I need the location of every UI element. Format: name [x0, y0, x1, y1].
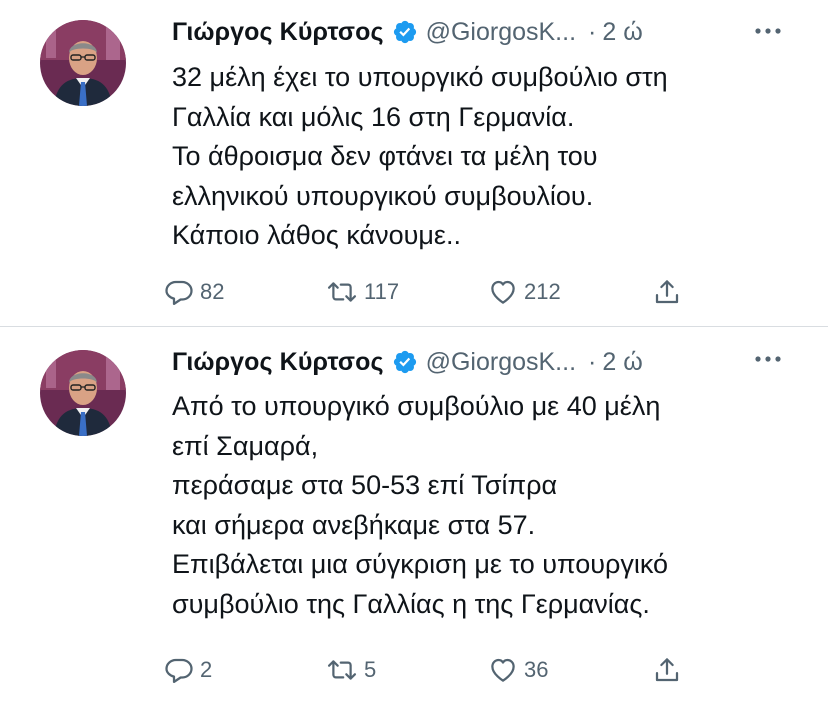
- tweet-text-line: Γαλλία και μόλις 16 στη Γερμανία.: [172, 101, 575, 132]
- tweet-text-line: Επιβάλεται μια σύγκριση με το υπουργικό: [172, 549, 669, 580]
- tweet[interactable]: Γιώργος Κύρτσος @GiorgosK... · 2 ώ Από τ…: [0, 328, 828, 713]
- like-count: 212: [524, 279, 561, 304]
- reply-button[interactable]: 82: [164, 272, 224, 312]
- more-options-icon[interactable]: [752, 17, 828, 45]
- reply-icon: [164, 277, 194, 307]
- reply-icon: [164, 655, 194, 685]
- tweet-header: Γιώργος Κύρτσος @GiorgosK... · 2 ώ: [172, 14, 643, 50]
- tweet-timestamp[interactable]: 2 ώ: [602, 18, 642, 47]
- tweet-text: Από το υπουργικό συμβούλιο με 40 μέλη επ…: [172, 387, 812, 625]
- tweet-feed: Γιώργος Κύρτσος @GiorgosK... · 2 ώ 32 μέ…: [0, 0, 828, 713]
- retweet-button[interactable]: 117: [326, 272, 399, 312]
- author-name[interactable]: Γιώργος Κύρτσος: [172, 18, 384, 47]
- tweet-timestamp[interactable]: 2 ώ: [602, 348, 642, 377]
- tweet-text-line: περάσαμε στα 50-53 επί Τσίπρα: [172, 470, 558, 501]
- tweet[interactable]: Γιώργος Κύρτσος @GiorgosK... · 2 ώ 32 μέ…: [0, 0, 828, 327]
- reply-button[interactable]: 2: [164, 650, 212, 690]
- tweet-text-line: Κάποιο λάθος κάνουμε..: [172, 220, 461, 251]
- tweet-text-line: Το άθροισμα δεν φτάνει τα μέλη του: [172, 141, 598, 172]
- retweet-count: 5: [364, 657, 377, 682]
- author-handle[interactable]: @GiorgosK...: [426, 348, 576, 377]
- author-name[interactable]: Γιώργος Κύρτσος: [172, 348, 384, 377]
- tweet-text-line: ελληνικού υπουργικού συμβουλίου.: [172, 180, 594, 211]
- retweet-icon: [326, 655, 358, 685]
- verified-badge-icon: [392, 19, 418, 45]
- avatar[interactable]: [40, 350, 126, 436]
- tweet-text-line: Από το υπουργικό συμβούλιο με 40 μέλη: [172, 391, 661, 421]
- tweet-text-line: 32 μέλη έχει το υπουργικό συμβούλιο στη: [172, 62, 668, 92]
- share-icon: [652, 655, 682, 685]
- tweet-divider: [0, 326, 828, 327]
- share-button[interactable]: [652, 272, 682, 312]
- tweet-text-line: και σήμερα ανεβήκαμε στα 57.: [172, 509, 536, 540]
- tweet-text: 32 μέλη έχει το υπουργικό συμβούλιο στη …: [172, 58, 812, 256]
- author-handle[interactable]: @GiorgosK...: [426, 18, 576, 47]
- like-icon: [488, 655, 518, 685]
- separator-dot: ·: [588, 347, 597, 376]
- retweet-icon: [326, 277, 358, 307]
- retweet-count: 117: [364, 279, 400, 304]
- reply-count: 82: [200, 279, 225, 304]
- like-button[interactable]: 212: [488, 272, 561, 312]
- tweet-text-line: συμβούλιο της Γαλλίας η της Γερμανίας.: [172, 588, 650, 619]
- share-icon: [652, 277, 682, 307]
- tweet-actions: 2 5 36: [164, 650, 704, 690]
- more-options-icon[interactable]: [752, 345, 828, 373]
- verified-badge-icon: [392, 349, 418, 375]
- avatar[interactable]: [40, 20, 126, 106]
- like-count: 36: [524, 657, 549, 682]
- retweet-button[interactable]: 5: [326, 650, 376, 690]
- like-icon: [488, 277, 518, 307]
- tweet-text-line: επί Σαμαρά,: [172, 430, 319, 461]
- separator-dot: ·: [588, 17, 597, 46]
- reply-count: 2: [200, 657, 213, 682]
- tweet-header: Γιώργος Κύρτσος @GiorgosK... · 2 ώ: [172, 344, 643, 380]
- share-button[interactable]: [652, 650, 682, 690]
- tweet-actions: 82 117 212: [164, 272, 704, 312]
- like-button[interactable]: 36: [488, 650, 548, 690]
